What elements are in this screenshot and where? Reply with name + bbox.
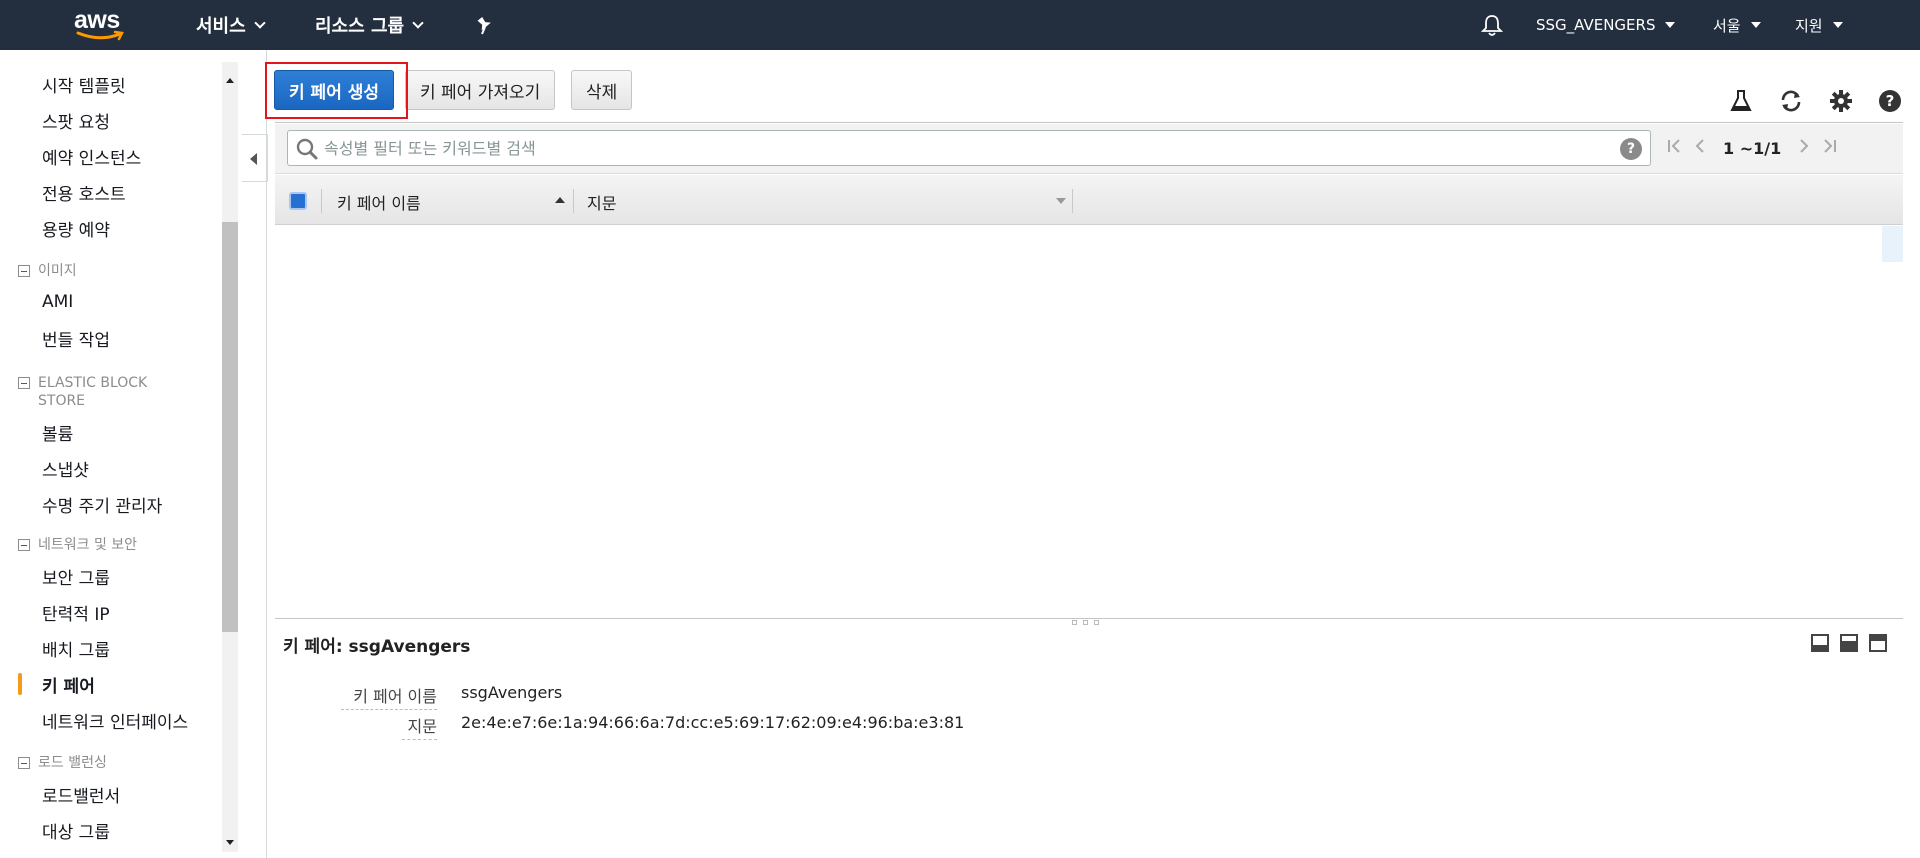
region-menu[interactable]: 서울 (1713, 12, 1761, 38)
sidebar-section-title: 네트워크 및 보안 (38, 537, 138, 553)
column-separator (321, 189, 322, 213)
sidebar-item-placement-groups[interactable]: 배치 그룹 (42, 636, 110, 661)
detail-title: 키 페어: ssgAvengers (283, 637, 471, 657)
panel-maximize-icon[interactable] (1869, 634, 1887, 652)
sidebar-item-ami[interactable]: AMI (42, 292, 73, 312)
region-label: 서울 (1713, 16, 1741, 35)
search-input[interactable] (324, 133, 1594, 163)
search-help-icon[interactable]: ? (1620, 138, 1642, 160)
sidebar-item-security-groups[interactable]: 보안 그룹 (42, 564, 110, 589)
account-label: SSG_AVENGERS (1536, 16, 1656, 34)
panel-splitter[interactable] (275, 618, 1903, 619)
services-label: 서비스 (196, 16, 246, 37)
support-label: 지원 (1795, 16, 1823, 35)
refresh-icon[interactable] (1778, 88, 1804, 114)
sidebar-item-spot-requests[interactable]: 스팟 요청 (42, 108, 110, 133)
panel-half-icon[interactable] (1840, 634, 1858, 652)
detail-value-fingerprint: 2e:4e:e7:6e:1a:94:66:6a:7d:cc:e5:69:17:6… (461, 713, 965, 732)
column-header-fingerprint[interactable]: 지문 (587, 190, 616, 214)
sidebar-item-network-interfaces[interactable]: 네트워크 인터페이스 (42, 708, 188, 733)
prev-page-icon[interactable] (1695, 138, 1705, 158)
search-icon (296, 138, 318, 164)
first-page-icon[interactable] (1667, 138, 1681, 158)
account-menu[interactable]: SSG_AVENGERS (1536, 12, 1676, 38)
collapse-sidebar-button[interactable] (242, 134, 268, 182)
sort-ascending-icon[interactable] (555, 197, 565, 203)
chevron-down-icon (412, 17, 424, 29)
sidebar-item-bundle-tasks[interactable]: 번들 작업 (42, 326, 110, 351)
table-body (275, 226, 1903, 618)
delete-button[interactable]: 삭제 (571, 70, 633, 110)
support-menu[interactable]: 지원 (1795, 12, 1843, 38)
page-range: 1 ~1/1 (1723, 138, 1782, 158)
import-key-pair-button[interactable]: 키 페어 가져오기 (405, 70, 556, 110)
column-separator (1072, 189, 1073, 213)
table-row[interactable] (1882, 226, 1903, 262)
detail-label-key-pair-name: 키 페어 이름 (341, 683, 437, 710)
sidebar-section-network-security[interactable]: 네트워크 및 보안 (18, 536, 137, 554)
filter-bar: ? 1 ~1/1 (275, 124, 1903, 174)
top-navbar: aws 서비스 리소스 그룹 SSG_AVENGERS 서울 지원 (0, 0, 1920, 50)
active-indicator (18, 673, 22, 695)
search-box: ? (287, 130, 1651, 166)
sidebar-item-reserved-instances[interactable]: 예약 인스턴스 (42, 144, 141, 169)
chevron-left-icon (250, 153, 257, 165)
resource-groups-label: 리소스 그룹 (315, 16, 405, 37)
sidebar-item-key-pairs[interactable]: 키 페어 (42, 672, 95, 697)
next-page-icon[interactable] (1799, 138, 1809, 158)
help-icon[interactable]: ? (1877, 88, 1903, 114)
sidebar-item-snapshots[interactable]: 스냅샷 (42, 456, 89, 481)
caret-down-icon (1750, 22, 1761, 28)
sidebar: 시작 템플릿 스팟 요청 예약 인스턴스 전용 호스트 용량 예약 이미지 AM… (0, 50, 220, 858)
column-header-key-pair-name[interactable]: 키 페어 이름 (337, 190, 421, 214)
pin-icon[interactable] (476, 13, 494, 39)
sidebar-section-title: ELASTIC BLOCK STORE (38, 375, 148, 409)
detail-value-key-pair-name: ssgAvengers (461, 683, 563, 702)
scroll-up-icon[interactable] (226, 78, 234, 83)
resize-handle-icon[interactable] (1072, 620, 1099, 625)
aws-logo[interactable]: aws (74, 6, 128, 44)
highlight-box (265, 62, 408, 119)
sidebar-item-load-balancers[interactable]: 로드밸런서 (42, 782, 120, 807)
sidebar-item-volumes[interactable]: 볼륨 (42, 420, 73, 445)
bell-icon[interactable] (1481, 12, 1503, 38)
collapse-icon (18, 377, 30, 389)
collapse-icon (18, 539, 30, 551)
sidebar-item-lifecycle-manager[interactable]: 수명 주기 관리자 (42, 492, 162, 517)
divider (266, 50, 267, 858)
sidebar-item-capacity-reservations[interactable]: 용량 예약 (42, 216, 110, 241)
column-separator (573, 189, 574, 213)
sidebar-item-dedicated-hosts[interactable]: 전용 호스트 (42, 180, 126, 205)
pagination: 1 ~1/1 (1667, 137, 1837, 159)
collapse-icon (18, 265, 30, 277)
sidebar-section-title: 이미지 (38, 263, 77, 279)
aws-smile-icon (76, 30, 124, 41)
detail-label-fingerprint: 지문 (402, 713, 437, 740)
svg-text:?: ? (1886, 92, 1895, 110)
sidebar-item-target-groups[interactable]: 대상 그룹 (42, 818, 110, 843)
scroll-down-icon[interactable] (226, 840, 234, 845)
select-all-checkbox[interactable] (289, 192, 307, 210)
sidebar-item-elastic-ips[interactable]: 탄력적 IP (42, 600, 110, 625)
services-menu[interactable]: 서비스 (196, 12, 266, 38)
table-header: 키 페어 이름 지문 (275, 175, 1903, 225)
last-page-icon[interactable] (1823, 138, 1837, 158)
chevron-down-icon (254, 17, 266, 29)
flask-icon[interactable] (1728, 88, 1754, 114)
sort-icon[interactable] (1056, 198, 1066, 204)
sidebar-section-ebs[interactable]: ELASTIC BLOCK STORE (18, 374, 168, 410)
resource-groups-menu[interactable]: 리소스 그룹 (315, 12, 424, 38)
sidebar-item-launch-templates[interactable]: 시작 템플릿 (42, 72, 126, 97)
collapse-icon (18, 757, 30, 769)
divider (275, 122, 1903, 123)
scrollbar-thumb[interactable] (222, 222, 238, 632)
gear-icon[interactable] (1828, 88, 1854, 114)
sidebar-section-images[interactable]: 이미지 (18, 262, 77, 280)
panel-minimize-icon[interactable] (1811, 634, 1829, 652)
caret-down-icon (1665, 22, 1676, 28)
sidebar-scrollbar[interactable] (222, 62, 238, 852)
sidebar-section-load-balancing[interactable]: 로드 밸런싱 (18, 754, 107, 772)
caret-down-icon (1832, 22, 1843, 28)
sidebar-section-title: 로드 밸런싱 (38, 755, 107, 771)
